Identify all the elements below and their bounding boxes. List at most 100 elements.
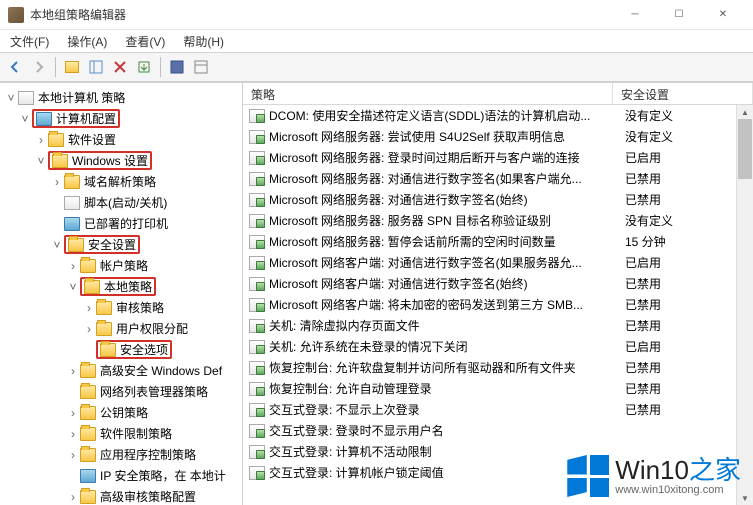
chevron-right-icon[interactable]: › bbox=[66, 427, 80, 441]
menu-file[interactable]: 文件(F) bbox=[6, 31, 53, 52]
tree-label: 应用程序控制策略 bbox=[100, 446, 196, 463]
policy-row[interactable]: 关机: 允许系统在未登录的情况下关闭已启用 bbox=[243, 336, 753, 357]
policy-item-icon bbox=[249, 361, 265, 375]
tree-local-policies[interactable]: ˅ 本地策略 bbox=[0, 276, 242, 297]
policy-row[interactable]: 交互式登录: 计算机不活动限制 bbox=[243, 441, 753, 462]
policy-row[interactable]: 交互式登录: 不显示上次登录已禁用 bbox=[243, 399, 753, 420]
policy-row[interactable]: Microsoft 网络服务器: 登录时间过期后断开与客户端的连接已启用 bbox=[243, 147, 753, 168]
policy-row[interactable]: Microsoft 网络客户端: 对通信进行数字签名(如果服务器允...已启用 bbox=[243, 252, 753, 273]
tree-software-settings[interactable]: › 软件设置 bbox=[0, 129, 242, 150]
tree-software-restrict[interactable]: › 软件限制策略 bbox=[0, 423, 242, 444]
tree-label: 帐户策略 bbox=[100, 257, 148, 274]
chevron-right-icon[interactable]: › bbox=[82, 322, 96, 336]
tree-computer-config[interactable]: ˅ 计算机配置 bbox=[0, 108, 242, 129]
tree-windows-settings[interactable]: ˅ Windows 设置 bbox=[0, 150, 242, 171]
tree-name-resolution[interactable]: › 域名解析策略 bbox=[0, 171, 242, 192]
refresh-button[interactable] bbox=[190, 56, 212, 78]
policy-item-icon bbox=[249, 193, 265, 207]
scroll-down-icon[interactable]: ▼ bbox=[737, 491, 753, 505]
folder-icon bbox=[80, 427, 96, 441]
maximize-button[interactable]: ☐ bbox=[657, 1, 701, 29]
tree-audit-policy[interactable]: › 审核策略 bbox=[0, 297, 242, 318]
policy-setting: 已禁用 bbox=[619, 401, 753, 418]
back-button[interactable] bbox=[4, 56, 26, 78]
chevron-right-icon[interactable]: › bbox=[66, 490, 80, 504]
tree-account-policies[interactable]: › 帐户策略 bbox=[0, 255, 242, 276]
chevron-right-icon[interactable]: › bbox=[34, 133, 48, 147]
policy-row[interactable]: 恢复控制台: 允许软盘复制并访问所有驱动器和所有文件夹已禁用 bbox=[243, 357, 753, 378]
tree-scripts[interactable]: 脚本(启动/关机) bbox=[0, 192, 242, 213]
policy-row[interactable]: Microsoft 网络客户端: 对通信进行数字签名(始终)已禁用 bbox=[243, 273, 753, 294]
tree-ip-sec[interactable]: IP 安全策略，在 本地计 bbox=[0, 465, 242, 486]
chevron-down-icon[interactable]: ˅ bbox=[50, 238, 64, 252]
column-policy[interactable]: 策略 bbox=[243, 83, 613, 104]
chevron-right-icon[interactable]: › bbox=[66, 406, 80, 420]
printer-icon bbox=[64, 217, 80, 231]
chevron-right-icon[interactable]: › bbox=[66, 364, 80, 378]
policy-row[interactable]: 恢复控制台: 允许自动管理登录已禁用 bbox=[243, 378, 753, 399]
folder-icon bbox=[80, 364, 96, 378]
folder-icon bbox=[80, 490, 96, 504]
tree-root[interactable]: ˅ 本地计算机 策略 bbox=[0, 87, 242, 108]
scroll-thumb[interactable] bbox=[738, 119, 752, 179]
tree-network-list[interactable]: 网络列表管理器策略 bbox=[0, 381, 242, 402]
menu-action[interactable]: 操作(A) bbox=[63, 31, 111, 52]
policy-row[interactable]: Microsoft 网络服务器: 对通信进行数字签名(如果客户端允...已禁用 bbox=[243, 168, 753, 189]
tree-public-key[interactable]: › 公钥策略 bbox=[0, 402, 242, 423]
highlight-box: 安全选项 bbox=[96, 340, 172, 359]
policy-row[interactable]: Microsoft 网络服务器: 尝试使用 S4U2Self 获取声明信息没有定… bbox=[243, 126, 753, 147]
policy-row[interactable]: 交互式登录: 计算机帐户锁定阈值 bbox=[243, 462, 753, 483]
menu-view[interactable]: 查看(V) bbox=[121, 31, 169, 52]
chevron-down-icon[interactable]: ˅ bbox=[4, 91, 18, 105]
folder-icon bbox=[100, 343, 116, 357]
policy-name: 恢复控制台: 允许软盘复制并访问所有驱动器和所有文件夹 bbox=[269, 359, 619, 376]
delete-button[interactable] bbox=[109, 56, 131, 78]
policy-row[interactable]: Microsoft 网络服务器: 暂停会话前所需的空闲时间数量15 分钟 bbox=[243, 231, 753, 252]
policy-name: Microsoft 网络服务器: 登录时间过期后断开与客户端的连接 bbox=[269, 149, 619, 166]
tree-adv-win-def[interactable]: › 高级安全 Windows Def bbox=[0, 360, 242, 381]
show-hide-tree-button[interactable] bbox=[85, 56, 107, 78]
chevron-right-icon[interactable]: › bbox=[50, 175, 64, 189]
minimize-button[interactable]: ─ bbox=[613, 1, 657, 29]
tree-label: 计算机配置 bbox=[56, 110, 116, 127]
chevron-down-icon[interactable]: ˅ bbox=[18, 112, 32, 126]
policy-row[interactable]: 交互式登录: 登录时不显示用户名 bbox=[243, 420, 753, 441]
policy-icon bbox=[18, 91, 34, 105]
forward-button[interactable] bbox=[28, 56, 50, 78]
chevron-right-icon[interactable]: › bbox=[66, 448, 80, 462]
chevron-right-icon[interactable]: › bbox=[66, 259, 80, 273]
policy-row[interactable]: 关机: 清除虚拟内存页面文件已禁用 bbox=[243, 315, 753, 336]
properties-button[interactable] bbox=[166, 56, 188, 78]
policy-row[interactable]: Microsoft 网络服务器: 服务器 SPN 目标名称验证级别没有定义 bbox=[243, 210, 753, 231]
chevron-down-icon[interactable]: ˅ bbox=[66, 280, 80, 294]
chevron-right-icon[interactable]: › bbox=[82, 301, 96, 315]
folder-icon bbox=[96, 322, 112, 336]
up-button[interactable] bbox=[61, 56, 83, 78]
scroll-up-icon[interactable]: ▲ bbox=[737, 105, 753, 119]
export-button[interactable] bbox=[133, 56, 155, 78]
policy-row[interactable]: Microsoft 网络客户端: 将未加密的密码发送到第三方 SMB...已禁用 bbox=[243, 294, 753, 315]
policy-name: 交互式登录: 计算机不活动限制 bbox=[269, 443, 619, 460]
tree-app-control[interactable]: › 应用程序控制策略 bbox=[0, 444, 242, 465]
folder-icon bbox=[48, 133, 64, 147]
tree-security-settings[interactable]: ˅ 安全设置 bbox=[0, 234, 242, 255]
content-area: ˅ 本地计算机 策略 ˅ 计算机配置 › 软件设置 ˅ bbox=[0, 82, 753, 505]
policy-name: DCOM: 使用安全描述符定义语言(SDDL)语法的计算机启动... bbox=[269, 107, 619, 124]
policy-row[interactable]: DCOM: 使用安全描述符定义语言(SDDL)语法的计算机启动...没有定义 bbox=[243, 105, 753, 126]
tree-deployed-printers[interactable]: 已部署的打印机 bbox=[0, 213, 242, 234]
menu-help[interactable]: 帮助(H) bbox=[179, 31, 228, 52]
tree-pane: ˅ 本地计算机 策略 ˅ 计算机配置 › 软件设置 ˅ bbox=[0, 83, 243, 505]
chevron-down-icon[interactable]: ˅ bbox=[34, 154, 48, 168]
tree-label: 本地计算机 策略 bbox=[38, 89, 125, 106]
vertical-scrollbar[interactable]: ▲ ▼ bbox=[736, 105, 753, 505]
tree-label: 用户权限分配 bbox=[116, 320, 188, 337]
column-setting[interactable]: 安全设置 bbox=[613, 83, 753, 104]
tree-user-rights[interactable]: › 用户权限分配 bbox=[0, 318, 242, 339]
policy-row[interactable]: Microsoft 网络服务器: 对通信进行数字签名(始终)已禁用 bbox=[243, 189, 753, 210]
policy-item-icon bbox=[249, 340, 265, 354]
policy-name: 恢复控制台: 允许自动管理登录 bbox=[269, 380, 619, 397]
close-button[interactable]: ✕ bbox=[701, 1, 745, 29]
tree-security-options[interactable]: 安全选项 bbox=[0, 339, 242, 360]
tree-adv-audit[interactable]: › 高级审核策略配置 bbox=[0, 486, 242, 505]
policy-name: Microsoft 网络客户端: 对通信进行数字签名(如果服务器允... bbox=[269, 254, 619, 271]
